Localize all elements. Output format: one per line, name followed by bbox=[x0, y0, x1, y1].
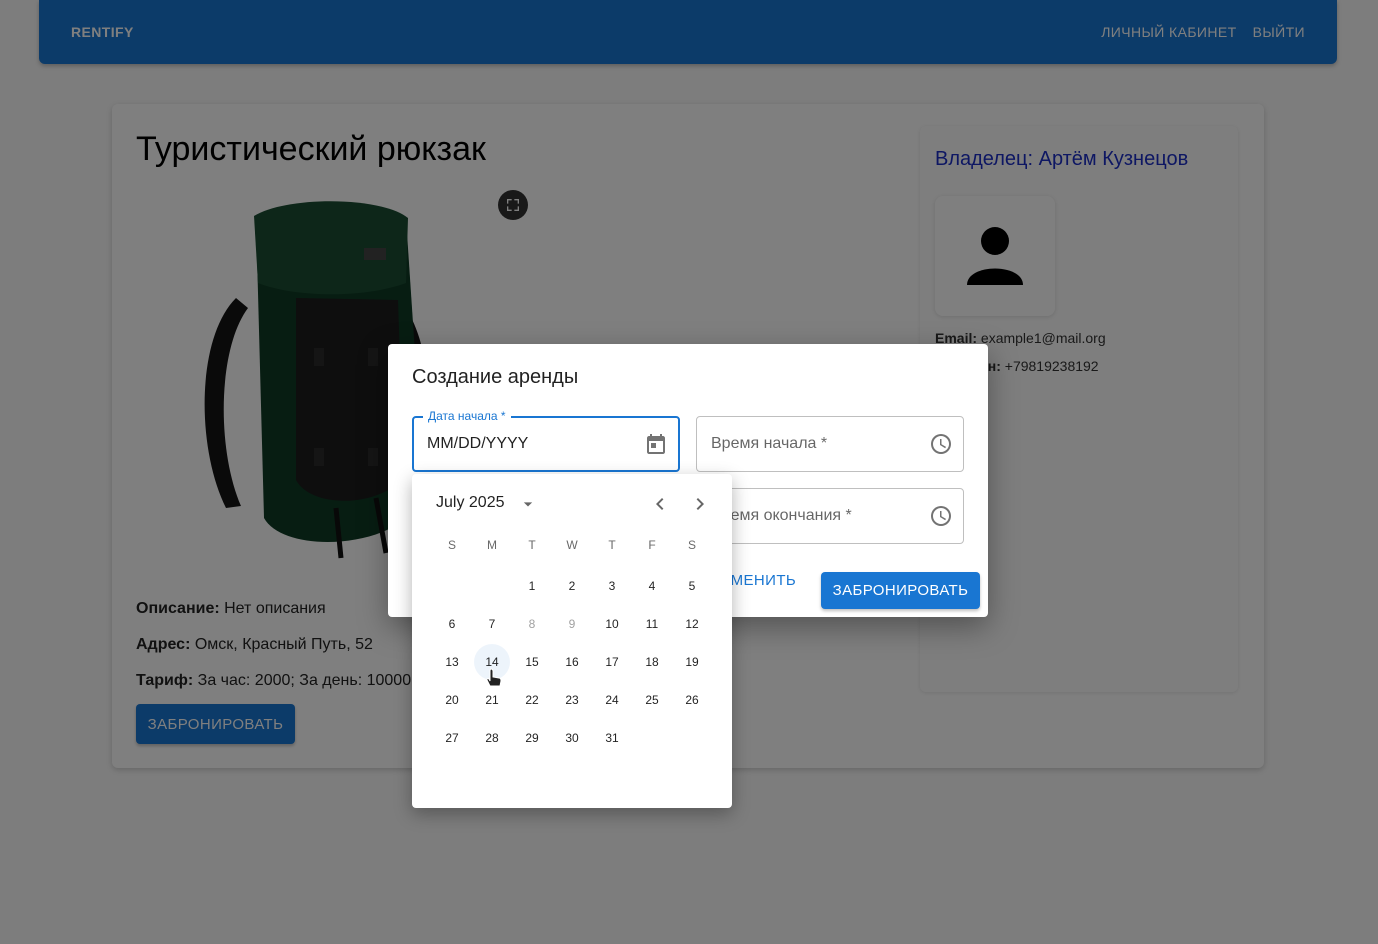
calendar-day[interactable]: 17 bbox=[592, 644, 632, 680]
calendar-day[interactable]: 30 bbox=[552, 720, 592, 756]
calendar-week-row: 27 28 29 30 31 bbox=[432, 720, 712, 758]
end-time-label: Время окончания * bbox=[711, 507, 852, 524]
clock-icon[interactable] bbox=[929, 504, 953, 528]
calendar-day[interactable]: 25 bbox=[632, 682, 672, 718]
calendar-icon[interactable] bbox=[644, 432, 668, 456]
calendar-day[interactable]: 18 bbox=[632, 644, 672, 680]
start-date-input[interactable]: MM/DD/YYYY bbox=[427, 435, 528, 453]
calendar-day[interactable]: 20 bbox=[432, 682, 472, 718]
dialog-title: Создание аренды bbox=[412, 366, 579, 388]
calendar-week-row: 13 14 15 16 17 18 19 bbox=[432, 644, 712, 682]
start-time-label: Время начала * bbox=[711, 435, 828, 452]
calendar-day[interactable]: 16 bbox=[552, 644, 592, 680]
calendar-week-row: 12345 bbox=[432, 568, 712, 606]
calendar-day[interactable]: 28 bbox=[472, 720, 512, 756]
calendar-day: 8 bbox=[528, 617, 536, 631]
weekday-label: F bbox=[648, 538, 656, 552]
weekday-label: T bbox=[528, 538, 536, 552]
calendar-day[interactable]: 10 bbox=[592, 606, 632, 642]
calendar-day[interactable]: 27 bbox=[432, 720, 472, 756]
start-time-field[interactable]: Время начала * bbox=[696, 416, 964, 472]
date-picker-popper: July 2025 S M T W T F S 1 2 3 4 5 6 7 8 9 10 11 12 1… bbox=[412, 474, 732, 808]
weekday-label: T bbox=[608, 538, 616, 552]
weekday-header: S M T W T F S bbox=[432, 538, 712, 552]
calendar-day[interactable]: 24 bbox=[592, 682, 632, 718]
calendar-day[interactable]: 22 bbox=[512, 682, 552, 718]
calendar-day[interactable]: 1 bbox=[512, 568, 552, 604]
calendar-day[interactable]: 15 bbox=[512, 644, 552, 680]
weekday-label: S bbox=[687, 538, 696, 552]
end-time-field[interactable]: Время окончания * bbox=[696, 488, 964, 544]
calendar-week-row: 6 7 8 9 10 11 12 bbox=[432, 606, 712, 644]
calendar-day[interactable]: 6 bbox=[432, 606, 472, 642]
calendar-day[interactable]: 3 bbox=[592, 568, 632, 604]
calendar-day[interactable]: 2 bbox=[552, 568, 592, 604]
calendar-day[interactable]: 23 bbox=[552, 682, 592, 718]
calendar-day[interactable]: 11 bbox=[632, 606, 672, 642]
calendar-day[interactable]: 29 bbox=[512, 720, 552, 756]
calendar-week-row: 20 21 22 23 24 25 26 bbox=[432, 682, 712, 720]
weekday-label: W bbox=[566, 538, 578, 552]
calendar-day: 9 bbox=[568, 617, 576, 631]
calendar-day[interactable]: 4 bbox=[632, 568, 672, 604]
chevron-right-icon[interactable] bbox=[688, 492, 712, 516]
weekday-label: M bbox=[487, 538, 497, 552]
start-date-label: Дата начала * bbox=[423, 409, 511, 423]
weekday-label: S bbox=[447, 538, 456, 552]
clock-icon[interactable] bbox=[929, 432, 953, 456]
calendar-day[interactable]: 5 bbox=[672, 568, 712, 604]
calendar-day[interactable]: 19 bbox=[672, 644, 712, 680]
confirm-button[interactable]: ЗАБРОНИРОВАТЬ bbox=[821, 572, 980, 609]
chevron-left-icon[interactable] bbox=[648, 492, 672, 516]
calendar-grid: 1 2 3 4 5 6 7 8 9 10 11 12 13 14 15 16 17 18 19 20 21 22 23 24 2… bbox=[432, 568, 712, 758]
calendar-day[interactable]: 13 bbox=[432, 644, 472, 680]
calendar-month-label[interactable]: July 2025 bbox=[436, 494, 505, 512]
calendar-day[interactable]: 26 bbox=[672, 682, 712, 718]
calendar-day[interactable]: 31 bbox=[592, 720, 632, 756]
chevron-down-icon[interactable] bbox=[518, 494, 538, 514]
start-date-field[interactable]: Дата начала * MM/DD/YYYY bbox=[412, 409, 680, 472]
calendar-day[interactable]: 7 bbox=[472, 606, 512, 642]
hand-cursor-icon bbox=[486, 668, 502, 687]
calendar-day[interactable]: 12 bbox=[672, 606, 712, 642]
